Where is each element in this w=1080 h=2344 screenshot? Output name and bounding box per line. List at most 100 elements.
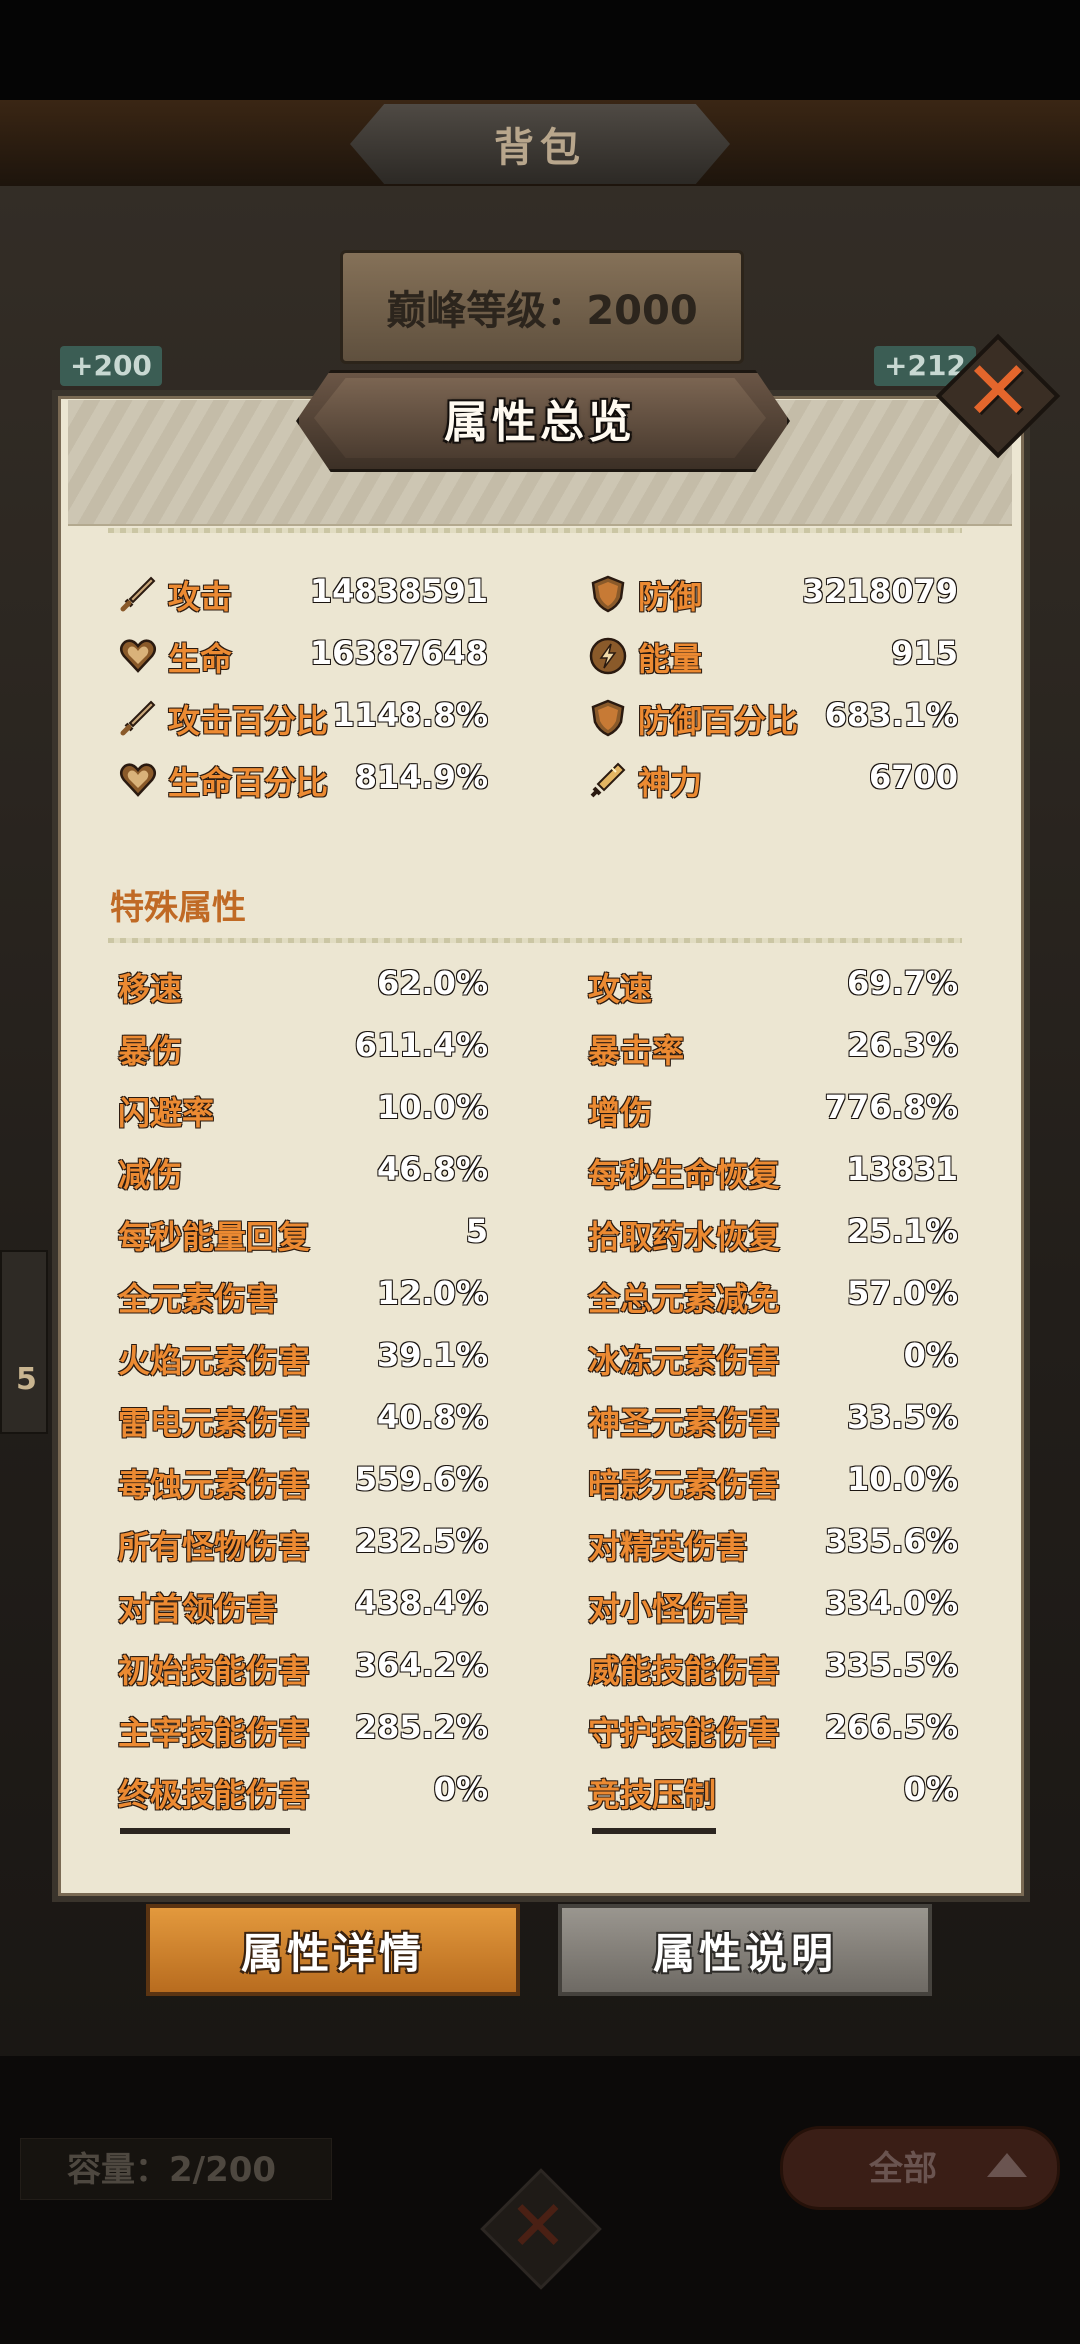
divider-top xyxy=(108,528,962,533)
stat-label: 神力 xyxy=(638,764,703,802)
special-stat-value: 334.0% xyxy=(824,1584,958,1622)
header-tab-backpack: 背包 xyxy=(350,104,730,184)
sword-icon xyxy=(118,574,158,614)
special-stat-value: 364.2% xyxy=(354,1646,488,1684)
special-stat-value: 69.7% xyxy=(846,964,958,1002)
special-stat-label: 冰冻元素伤害 xyxy=(588,1342,781,1380)
special-stat-value: 13831 xyxy=(846,1150,958,1188)
special-stat-value: 335.5% xyxy=(824,1646,958,1684)
stat-value: 3218079 xyxy=(802,572,958,610)
special-stat-label: 终极技能伤害 xyxy=(118,1776,311,1814)
special-stat-value: 266.5% xyxy=(824,1708,958,1746)
special-stat-label: 拾取药水恢复 xyxy=(588,1218,781,1256)
special-stat-value: 46.8% xyxy=(376,1150,488,1188)
shield-icon xyxy=(588,698,628,738)
special-stat-label: 攻速 xyxy=(588,970,653,1008)
special-stat-value: 12.0% xyxy=(376,1274,488,1312)
special-stat-label: 全元素伤害 xyxy=(118,1280,279,1318)
special-stat-value: 25.1% xyxy=(846,1212,958,1250)
filter-dropdown[interactable]: 全部 xyxy=(780,2126,1060,2210)
divine-power-icon xyxy=(588,760,628,800)
status-area xyxy=(0,0,1080,100)
stat-label: 能量 xyxy=(638,640,703,678)
close-icon[interactable]: ✕ xyxy=(954,350,1042,434)
special-stat-value: 0% xyxy=(903,1770,958,1808)
filter-label: 全部 xyxy=(869,2149,937,2189)
triangle-up-icon xyxy=(987,2153,1027,2177)
special-stat-label: 初始技能伤害 xyxy=(118,1652,311,1690)
stat-value: 814.9% xyxy=(354,758,488,796)
stat-label: 生命 xyxy=(168,640,233,678)
stat-value: 16387648 xyxy=(309,634,488,672)
special-stat-value: 39.1% xyxy=(376,1336,488,1374)
stat-value: 915 xyxy=(891,634,958,672)
attribute-details-button[interactable]: 属性详情 xyxy=(146,1904,520,1996)
stat-label: 防御 xyxy=(638,578,703,616)
special-stat-label: 每秒能量回复 xyxy=(118,1218,311,1256)
special-stat-value: 285.2% xyxy=(354,1708,488,1746)
special-stat-label: 移速 xyxy=(118,970,183,1008)
bottom-close-icon: ✕ xyxy=(508,2185,568,2267)
special-stat-value: 26.3% xyxy=(846,1026,958,1064)
special-stat-value: 438.4% xyxy=(354,1584,488,1622)
special-stat-label: 暴伤 xyxy=(118,1032,183,1070)
peak-level-panel: 巅峰等级：2000 xyxy=(340,250,744,364)
special-stat-value: 611.4% xyxy=(354,1026,488,1064)
special-stat-label: 竞技压制 xyxy=(588,1776,717,1814)
dialog-title: 属性总览 xyxy=(444,397,636,448)
special-stat-value: 10.0% xyxy=(376,1088,488,1126)
stat-value: 6700 xyxy=(868,758,958,796)
special-stat-value: 335.6% xyxy=(824,1522,958,1560)
stat-value: 683.1% xyxy=(824,696,958,734)
special-stat-value: 559.6% xyxy=(354,1460,488,1498)
special-stat-label: 守护技能伤害 xyxy=(588,1714,781,1752)
special-stat-value: 0% xyxy=(433,1770,488,1808)
divider-special xyxy=(108,938,962,943)
special-stat-value: 0% xyxy=(903,1336,958,1374)
clipped-row-right xyxy=(592,1828,716,1834)
special-stat-label: 闪避率 xyxy=(118,1094,215,1132)
special-stat-label: 减伤 xyxy=(118,1156,183,1194)
special-stat-label: 暗影元素伤害 xyxy=(588,1466,781,1504)
special-stat-label: 毒蚀元素伤害 xyxy=(118,1466,311,1504)
clipped-row-left xyxy=(120,1828,290,1834)
heart-icon xyxy=(118,760,158,800)
special-stat-label: 暴击率 xyxy=(588,1032,685,1070)
special-stat-value: 33.5% xyxy=(846,1398,958,1436)
special-stat-label: 对首领伤害 xyxy=(118,1590,279,1628)
stat-label: 防御百分比 xyxy=(638,702,799,740)
bonus-badge-left: +200 xyxy=(60,346,162,386)
special-stat-label: 全总元素减免 xyxy=(588,1280,781,1318)
special-stat-label: 雷电元素伤害 xyxy=(118,1404,311,1442)
stat-label: 攻击百分比 xyxy=(168,702,329,740)
heart-icon xyxy=(118,636,158,676)
header-title: 背包 xyxy=(494,125,586,171)
special-stat-label: 威能技能伤害 xyxy=(588,1652,781,1690)
attribute-explain-button[interactable]: 属性说明 xyxy=(558,1904,932,1996)
special-stat-label: 所有怪物伤害 xyxy=(118,1528,311,1566)
shield-icon xyxy=(588,574,628,614)
stat-label: 攻击 xyxy=(168,578,233,616)
special-stat-value: 62.0% xyxy=(376,964,488,1002)
sword-icon xyxy=(118,698,158,738)
peak-level-text: 巅峰等级：2000 xyxy=(386,288,698,334)
stat-label: 生命百分比 xyxy=(168,764,329,802)
special-stat-label: 火焰元素伤害 xyxy=(118,1342,311,1380)
special-stat-value: 5 xyxy=(465,1212,488,1250)
special-attributes-title: 特殊属性 xyxy=(110,888,246,928)
special-stat-label: 对小怪伤害 xyxy=(588,1590,749,1628)
stat-value: 1148.8% xyxy=(332,696,488,734)
side-card-number: 5 xyxy=(16,1362,37,1397)
special-stat-value: 40.8% xyxy=(376,1398,488,1436)
special-stat-label: 对精英伤害 xyxy=(588,1528,749,1566)
special-stat-value: 232.5% xyxy=(354,1522,488,1560)
special-stat-value: 57.0% xyxy=(846,1274,958,1312)
special-stat-value: 10.0% xyxy=(846,1460,958,1498)
capacity-label: 容量：2/200 xyxy=(20,2138,332,2200)
special-stat-label: 增伤 xyxy=(588,1094,653,1132)
special-stat-label: 每秒生命恢复 xyxy=(588,1156,781,1194)
special-stat-value: 776.8% xyxy=(824,1088,958,1126)
energy-icon xyxy=(588,636,628,676)
side-card-left: 5 xyxy=(0,1250,48,1434)
special-stat-label: 神圣元素伤害 xyxy=(588,1404,781,1442)
